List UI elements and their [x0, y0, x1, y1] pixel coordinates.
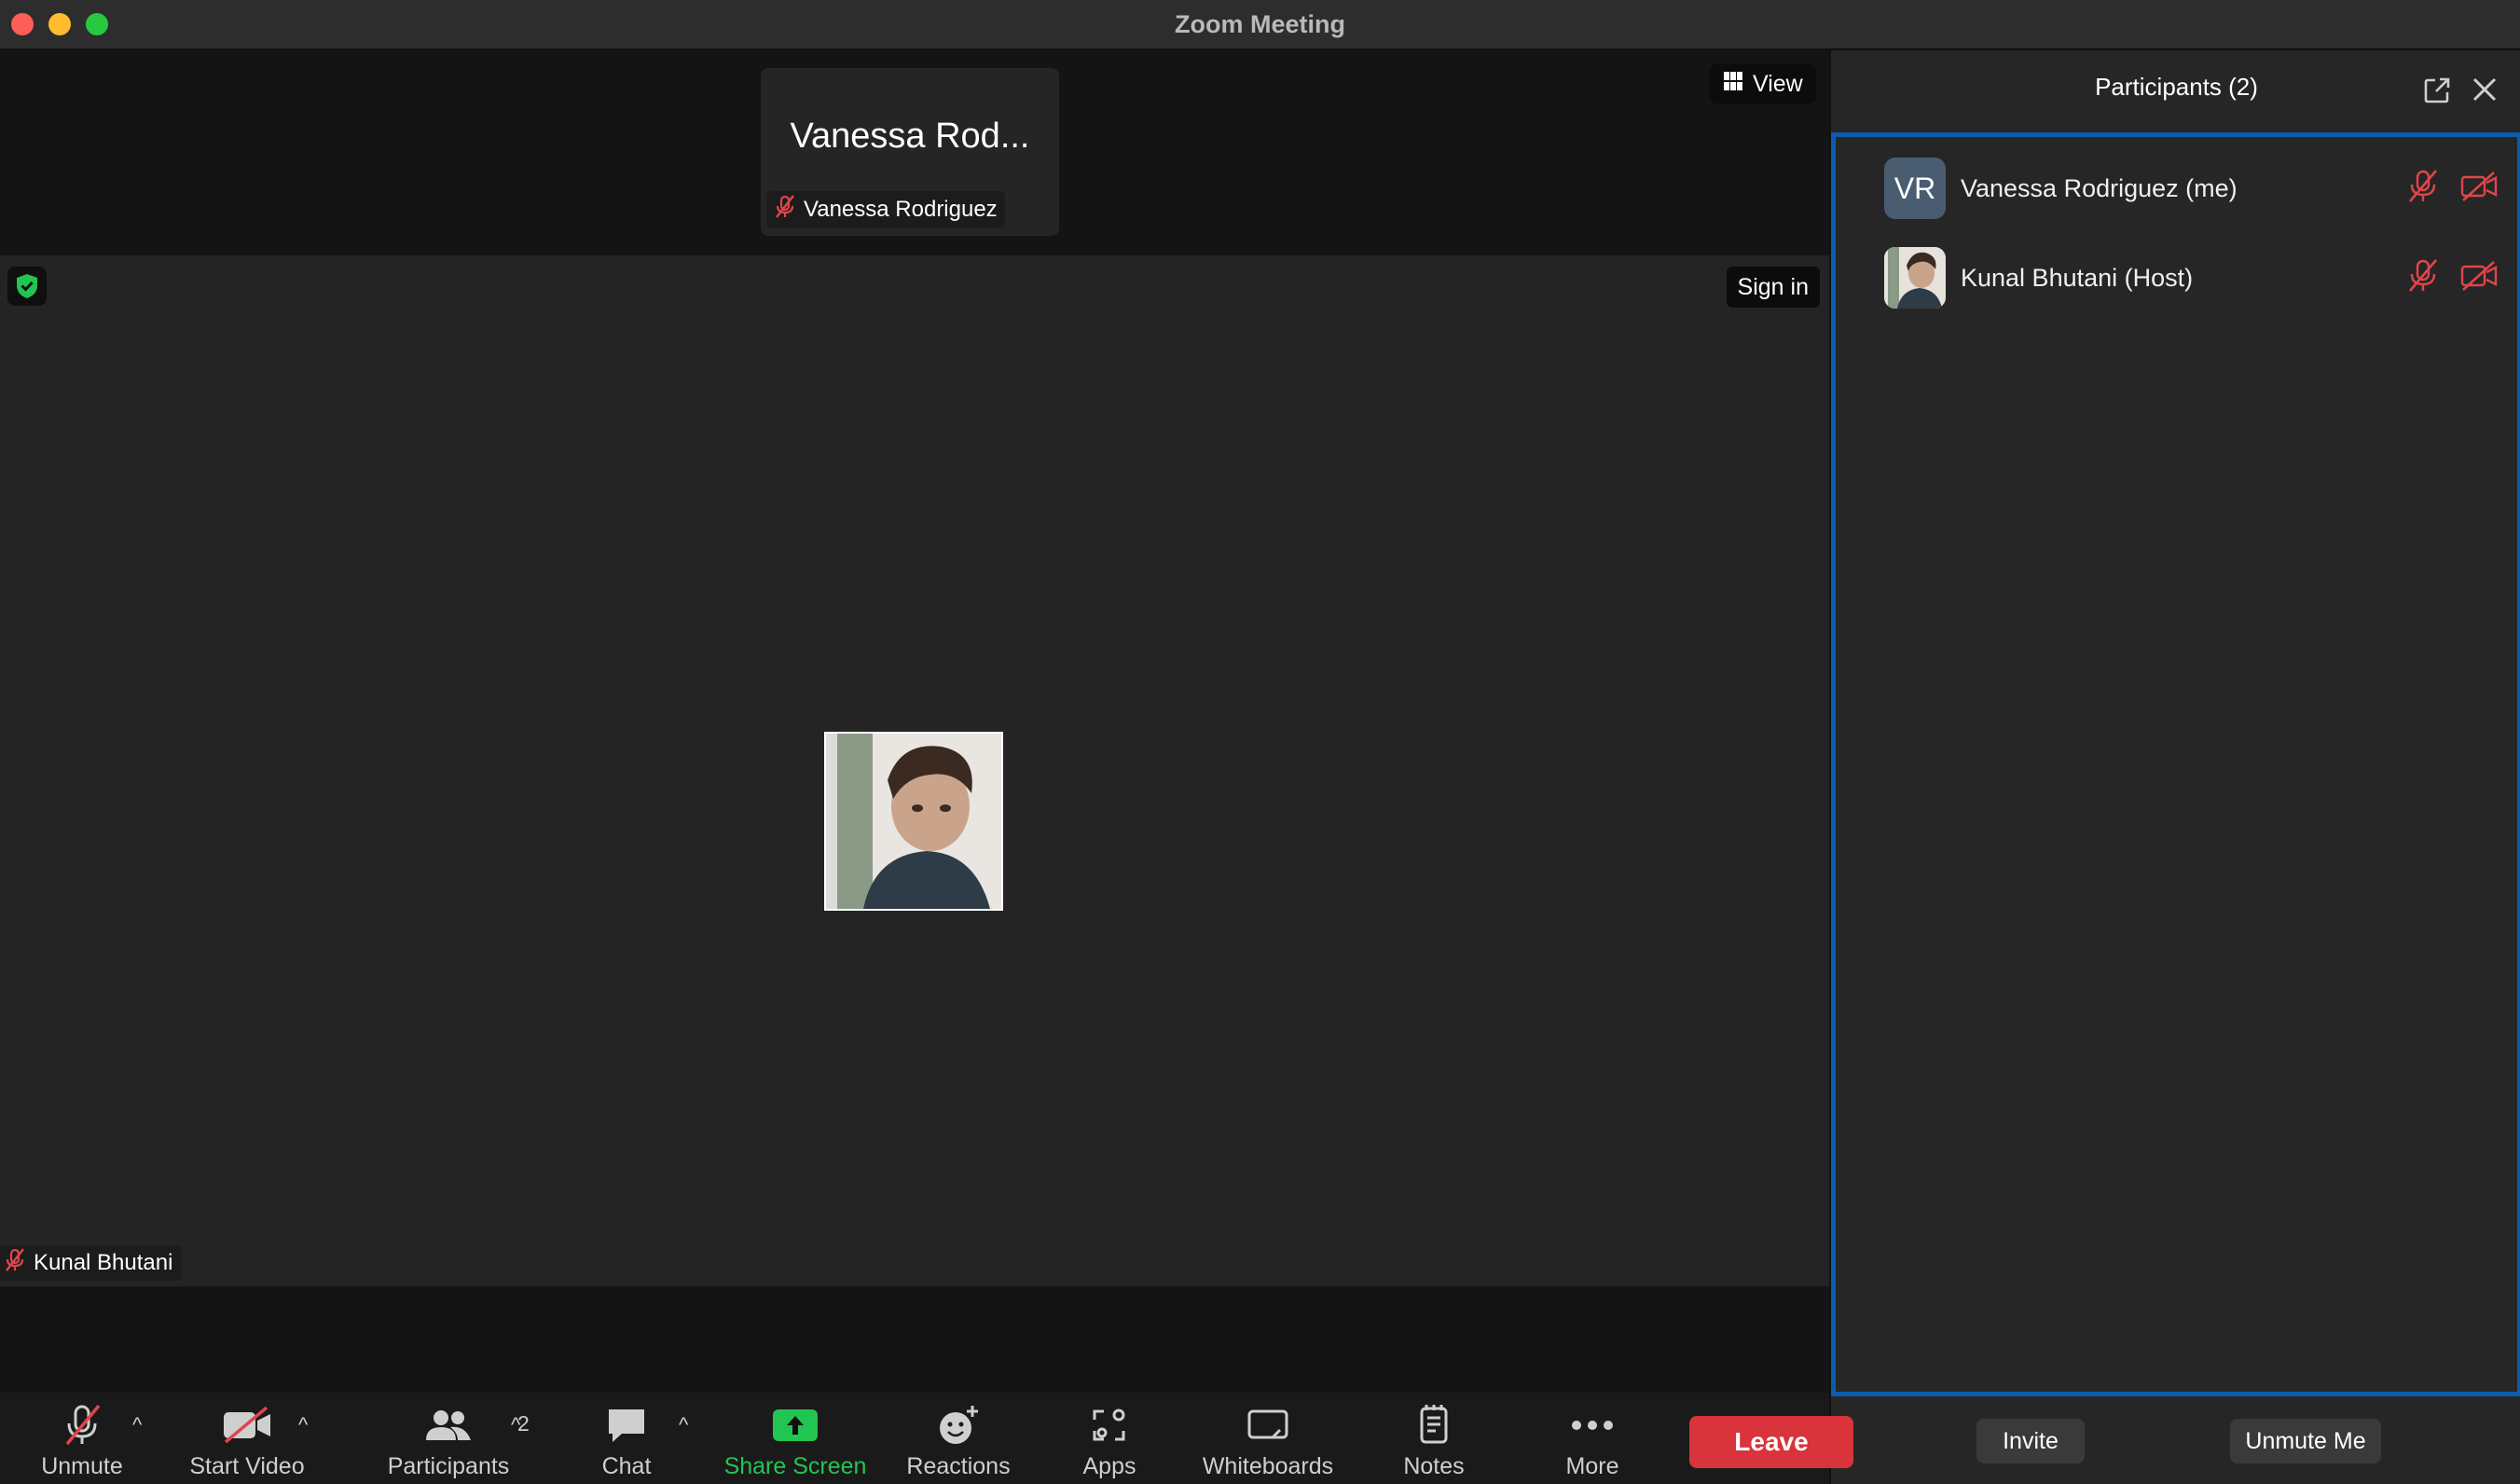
popout-icon[interactable]: [2423, 76, 2451, 109]
muted-mic-icon: [62, 1402, 103, 1449]
muted-mic-icon: [774, 194, 796, 227]
participants-button[interactable]: 2 Participants: [380, 1402, 530, 1480]
people-icon: 2: [422, 1402, 530, 1449]
meeting-area: Vanessa Rod... Vanessa Rodriguez View Si…: [0, 50, 1829, 1393]
participant-row[interactable]: Kunal Bhutani (Host): [1836, 236, 2517, 320]
participant-row[interactable]: VR Vanessa Rodriguez (me): [1836, 146, 2517, 230]
leave-button[interactable]: Leave: [1689, 1416, 1853, 1468]
notes-icon: [1417, 1402, 1451, 1449]
participants-options-chevron-icon[interactable]: ^: [511, 1413, 520, 1437]
video-off-icon[interactable]: [2460, 260, 2498, 296]
video-off-icon[interactable]: [2460, 171, 2498, 207]
grid-icon: [1723, 71, 1743, 98]
muted-mic-icon: [4, 1247, 26, 1280]
view-button[interactable]: View: [1710, 64, 1816, 103]
whiteboards-button[interactable]: Whiteboards: [1197, 1402, 1339, 1480]
participant-name: Vanessa Rodriguez (me): [1961, 173, 2238, 202]
upload-arrow-icon: [773, 1402, 818, 1449]
invite-button[interactable]: Invite: [1976, 1419, 2085, 1463]
sign-in-button[interactable]: Sign in: [1726, 267, 1820, 308]
share-screen-label: Share Screen: [723, 1453, 867, 1479]
window-title: Zoom Meeting: [1175, 10, 1345, 38]
thumbnail-name: Vanessa Rod...: [790, 117, 1030, 156]
view-button-label: View: [1753, 70, 1803, 97]
active-speaker-video: Sign in Kunal Bhutani: [0, 255, 1829, 1286]
chat-bubble-icon: [605, 1402, 648, 1449]
thumbnail-label: Vanessa Rodriguez: [766, 191, 1005, 228]
reactions-button[interactable]: Reactions: [901, 1402, 1016, 1480]
title-bar: Zoom Meeting: [0, 0, 2520, 50]
unmute-button[interactable]: Unmute: [35, 1402, 129, 1480]
whiteboards-label: Whiteboards: [1202, 1453, 1334, 1479]
emoji-add-icon: [937, 1402, 980, 1449]
video-options-chevron-icon[interactable]: ^: [298, 1413, 308, 1437]
chat-label: Chat: [601, 1453, 652, 1479]
shield-check-icon[interactable]: [7, 267, 47, 306]
video-off-icon: [222, 1402, 272, 1449]
participant-avatar: VR: [1884, 158, 1946, 219]
start-video-label: Start Video: [189, 1453, 305, 1479]
close-icon[interactable]: [2472, 76, 2498, 107]
whiteboard-icon: [1246, 1402, 1289, 1449]
meeting-toolbar: Unmute ^ Start Video ^ 2 Participants ^ …: [0, 1393, 1829, 1484]
ellipsis-icon: [1571, 1402, 1614, 1449]
unmute-me-button[interactable]: Unmute Me: [2230, 1419, 2381, 1463]
participants-label: Participants: [387, 1453, 510, 1479]
participants-panel-footer: Invite Unmute Me: [1831, 1396, 2520, 1484]
thumbnail-label-name: Vanessa Rodriguez: [804, 197, 998, 222]
apps-button[interactable]: Apps: [1072, 1402, 1147, 1480]
share-screen-button[interactable]: Share Screen: [722, 1402, 869, 1480]
chat-options-chevron-icon[interactable]: ^: [679, 1413, 688, 1437]
more-button[interactable]: More: [1555, 1402, 1630, 1480]
notes-button[interactable]: Notes: [1395, 1402, 1473, 1480]
reactions-label: Reactions: [906, 1453, 1011, 1479]
chat-button[interactable]: Chat: [589, 1402, 664, 1480]
participants-list: VR Vanessa Rodriguez (me) Kunal Bhutani …: [1831, 132, 2520, 1396]
participant-profile-picture: [824, 732, 1003, 911]
participant-thumbnail-tile[interactable]: Vanessa Rod... Vanessa Rodriguez: [761, 68, 1059, 236]
participants-panel: Participants (2) VR Vanessa Rodriguez (m…: [1829, 50, 2520, 1484]
apps-icon: [1091, 1402, 1128, 1449]
muted-mic-icon[interactable]: [2406, 258, 2440, 298]
audio-options-chevron-icon[interactable]: ^: [132, 1413, 142, 1437]
notes-label: Notes: [1403, 1453, 1465, 1479]
participant-name: Kunal Bhutani (Host): [1961, 263, 2194, 292]
muted-mic-icon[interactable]: [2406, 169, 2440, 209]
participants-panel-header: Participants (2): [1831, 50, 2520, 132]
participant-avatar: [1884, 247, 1946, 309]
apps-label: Apps: [1082, 1453, 1136, 1479]
active-speaker-label: Kunal Bhutani: [0, 1245, 183, 1281]
start-video-button[interactable]: Start Video: [186, 1402, 308, 1480]
participants-panel-title: Participants (2): [2095, 73, 2258, 101]
more-label: More: [1565, 1453, 1619, 1479]
active-speaker-name: Kunal Bhutani: [34, 1250, 173, 1275]
unmute-label: Unmute: [41, 1453, 123, 1479]
